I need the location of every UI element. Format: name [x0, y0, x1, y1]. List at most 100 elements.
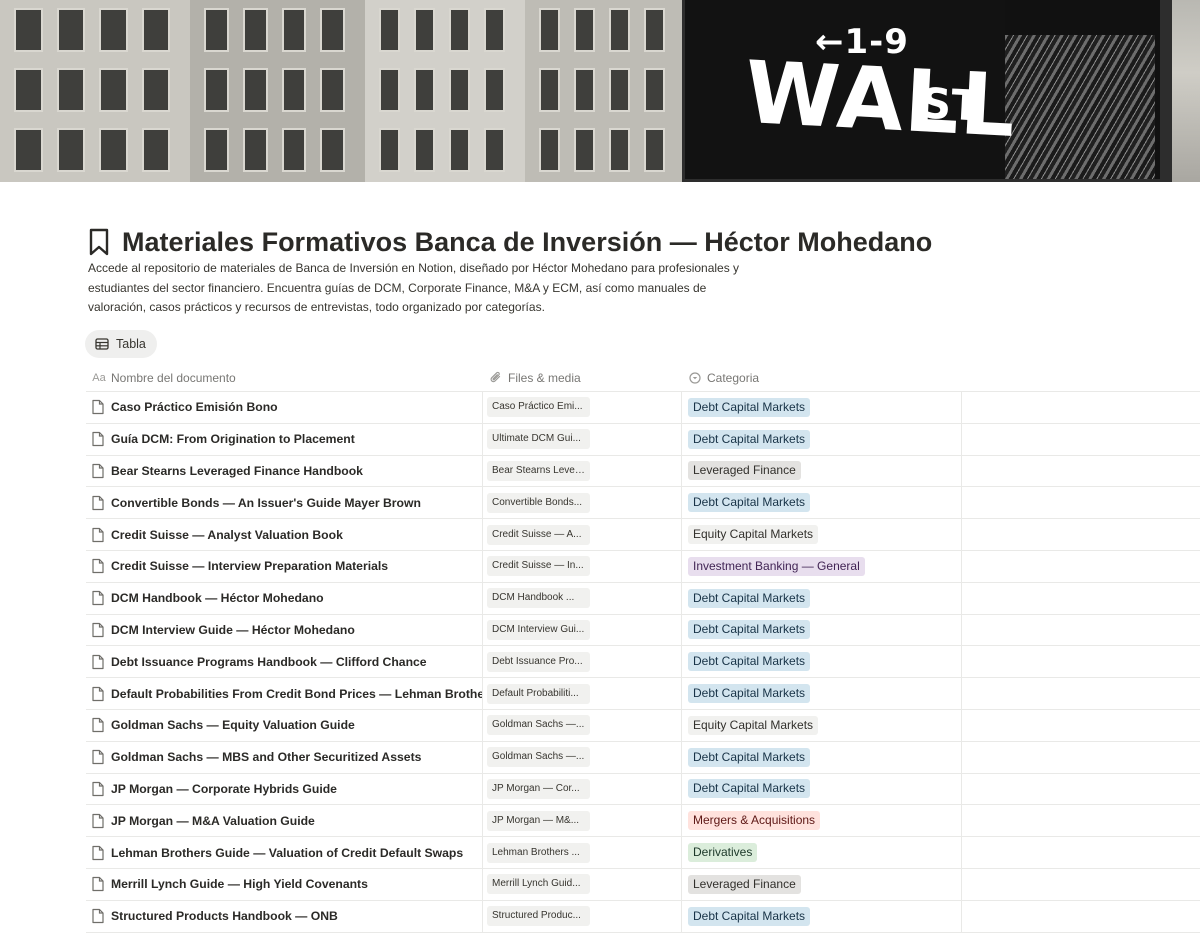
file-chip[interactable]: Credit Suisse — A... [487, 524, 590, 545]
files-cell[interactable]: Lehman Brothers ... [483, 837, 682, 868]
document-name[interactable]: Merrill Lynch Guide — High Yield Covenan… [111, 877, 368, 891]
document-name[interactable]: Goldman Sachs — MBS and Other Securitize… [111, 750, 421, 764]
table-row[interactable]: Credit Suisse — Analyst Valuation Book Cr… [86, 519, 1200, 551]
table-row[interactable]: Goldman Sachs — MBS and Other Securitize… [86, 741, 1200, 774]
document-name-cell[interactable]: Bear Stearns Leveraged Finance Handbook [86, 455, 483, 487]
category-cell[interactable]: Debt Capital Markets [682, 741, 962, 773]
category-cell[interactable]: Debt Capital Markets [682, 678, 962, 709]
category-cell[interactable]: Investment Banking — General [682, 550, 962, 582]
document-name[interactable]: DCM Handbook — Héctor Mohedano [111, 591, 324, 605]
file-chip[interactable]: Default Probabiliti... [487, 683, 590, 704]
files-cell[interactable]: Credit Suisse — A... [483, 519, 682, 550]
files-cell[interactable]: JP Morgan — M&... [483, 805, 682, 837]
document-name[interactable]: JP Morgan — Corporate Hybrids Guide [111, 782, 337, 796]
column-header-category[interactable]: Categoria [682, 364, 962, 391]
files-cell[interactable]: DCM Handbook ... [483, 582, 682, 614]
page-title[interactable]: Materiales Formativos Banca de Inversión… [122, 227, 932, 258]
category-cell[interactable]: Equity Capital Markets [682, 519, 962, 550]
document-name[interactable]: Credit Suisse — Interview Preparation Ma… [111, 559, 388, 573]
table-row[interactable]: Structured Products Handbook — ONB Struct… [86, 900, 1200, 933]
category-cell[interactable]: Debt Capital Markets [682, 900, 962, 932]
table-row[interactable]: Credit Suisse — Interview Preparation Ma… [86, 550, 1200, 583]
file-chip[interactable]: Bear Stearns Lever... [487, 460, 590, 481]
table-row[interactable]: DCM Handbook — Héctor Mohedano DCM Handbo… [86, 582, 1200, 615]
table-row[interactable]: Goldman Sachs — Equity Valuation Guide Go… [86, 709, 1200, 742]
file-chip[interactable]: DCM Handbook ... [487, 588, 590, 609]
category-cell[interactable]: Debt Capital Markets [682, 423, 962, 455]
document-name-cell[interactable]: Merrill Lynch Guide — High Yield Covenan… [86, 868, 483, 900]
table-row[interactable]: Lehman Brothers Guide — Valuation of Cre… [86, 837, 1200, 869]
document-name[interactable]: JP Morgan — M&A Valuation Guide [111, 814, 315, 828]
category-cell[interactable]: Mergers & Acquisitions [682, 805, 962, 837]
table-row[interactable]: DCM Interview Guide — Héctor Mohedano DCM… [86, 614, 1200, 647]
document-name[interactable]: DCM Interview Guide — Héctor Mohedano [111, 623, 355, 637]
files-cell[interactable]: Convertible Bonds... [483, 487, 682, 519]
document-name-cell[interactable]: Debt Issuance Programs Handbook — Cliffo… [86, 646, 483, 678]
files-cell[interactable]: Caso Práctico Emi... [483, 392, 682, 423]
files-cell[interactable]: Goldman Sachs —... [483, 709, 682, 741]
document-name[interactable]: Bear Stearns Leveraged Finance Handbook [111, 464, 363, 478]
category-cell[interactable]: Leveraged Finance [682, 868, 962, 900]
bookmark-icon[interactable] [88, 228, 110, 256]
file-chip[interactable]: Ultimate DCM Gui... [487, 429, 590, 450]
file-chip[interactable]: Convertible Bonds... [487, 492, 590, 513]
files-cell[interactable]: Merrill Lynch Guid... [483, 868, 682, 900]
document-name-cell[interactable]: Convertible Bonds — An Issuer's Guide Ma… [86, 487, 483, 519]
table-row[interactable]: Bear Stearns Leveraged Finance Handbook B… [86, 455, 1200, 488]
document-name[interactable]: Debt Issuance Programs Handbook — Cliffo… [111, 655, 427, 669]
table-row[interactable]: Debt Issuance Programs Handbook — Cliffo… [86, 646, 1200, 679]
document-name[interactable]: Credit Suisse — Analyst Valuation Book [111, 528, 343, 542]
file-chip[interactable]: Lehman Brothers ... [487, 842, 590, 863]
files-cell[interactable]: Default Probabiliti... [483, 678, 682, 709]
column-header-files[interactable]: Files & media [483, 364, 682, 391]
document-name-cell[interactable]: Lehman Brothers Guide — Valuation of Cre… [86, 837, 483, 868]
file-chip[interactable]: Debt Issuance Pro... [487, 651, 590, 672]
table-row[interactable]: Convertible Bonds — An Issuer's Guide Ma… [86, 487, 1200, 520]
category-cell[interactable]: Debt Capital Markets [682, 392, 962, 423]
document-name[interactable]: Convertible Bonds — An Issuer's Guide Ma… [111, 496, 421, 510]
files-cell[interactable]: JP Morgan — Cor... [483, 773, 682, 805]
file-chip[interactable]: Merrill Lynch Guid... [487, 874, 590, 895]
file-chip[interactable]: Credit Suisse — In... [487, 556, 590, 577]
category-cell[interactable]: Equity Capital Markets [682, 709, 962, 741]
table-row[interactable]: Default Probabilities From Credit Bond P… [86, 678, 1200, 710]
category-cell[interactable]: Debt Capital Markets [682, 487, 962, 519]
file-chip[interactable]: Goldman Sachs —... [487, 715, 590, 736]
document-name-cell[interactable]: Structured Products Handbook — ONB [86, 900, 483, 932]
document-name[interactable]: Default Probabilities From Credit Bond P… [111, 687, 482, 701]
document-name-cell[interactable]: Credit Suisse — Interview Preparation Ma… [86, 550, 483, 582]
category-cell[interactable]: Debt Capital Markets [682, 614, 962, 646]
category-cell[interactable]: Leveraged Finance [682, 455, 962, 487]
column-header-name[interactable]: Aa Nombre del documento [86, 364, 483, 391]
document-name-cell[interactable]: Default Probabilities From Credit Bond P… [86, 678, 483, 709]
table-row[interactable]: Merrill Lynch Guide — High Yield Covenan… [86, 868, 1200, 901]
document-name-cell[interactable]: Goldman Sachs — Equity Valuation Guide [86, 709, 483, 741]
file-chip[interactable]: Goldman Sachs —... [487, 747, 590, 768]
file-chip[interactable]: DCM Interview Gui... [487, 619, 590, 640]
document-name-cell[interactable]: DCM Handbook — Héctor Mohedano [86, 582, 483, 614]
files-cell[interactable]: DCM Interview Gui... [483, 614, 682, 646]
category-cell[interactable]: Debt Capital Markets [682, 646, 962, 678]
document-name-cell[interactable]: JP Morgan — Corporate Hybrids Guide [86, 773, 483, 805]
document-name-cell[interactable]: Caso Práctico Emisión Bono [86, 392, 483, 423]
table-row[interactable]: Caso Práctico Emisión Bono Caso Práctico … [86, 392, 1200, 424]
table-row[interactable]: JP Morgan — M&A Valuation Guide JP Morgan… [86, 805, 1200, 838]
files-cell[interactable]: Bear Stearns Lever... [483, 455, 682, 487]
category-cell[interactable]: Debt Capital Markets [682, 773, 962, 805]
file-chip[interactable]: Structured Produc... [487, 906, 590, 927]
document-name[interactable]: Goldman Sachs — Equity Valuation Guide [111, 718, 355, 732]
files-cell[interactable]: Goldman Sachs —... [483, 741, 682, 773]
document-name[interactable]: Guía DCM: From Origination to Placement [111, 432, 355, 446]
document-name-cell[interactable]: Guía DCM: From Origination to Placement [86, 423, 483, 455]
document-name-cell[interactable]: DCM Interview Guide — Héctor Mohedano [86, 614, 483, 646]
document-name[interactable]: Caso Práctico Emisión Bono [111, 400, 278, 414]
files-cell[interactable]: Debt Issuance Pro... [483, 646, 682, 678]
tab-tabla[interactable]: Tabla [85, 330, 157, 358]
document-name[interactable]: Lehman Brothers Guide — Valuation of Cre… [111, 846, 463, 860]
files-cell[interactable]: Structured Produc... [483, 900, 682, 932]
category-cell[interactable]: Debt Capital Markets [682, 582, 962, 614]
table-row[interactable]: JP Morgan — Corporate Hybrids Guide JP Mo… [86, 773, 1200, 806]
files-cell[interactable]: Ultimate DCM Gui... [483, 423, 682, 455]
category-cell[interactable]: Derivatives [682, 837, 962, 868]
document-name[interactable]: Structured Products Handbook — ONB [111, 909, 338, 923]
